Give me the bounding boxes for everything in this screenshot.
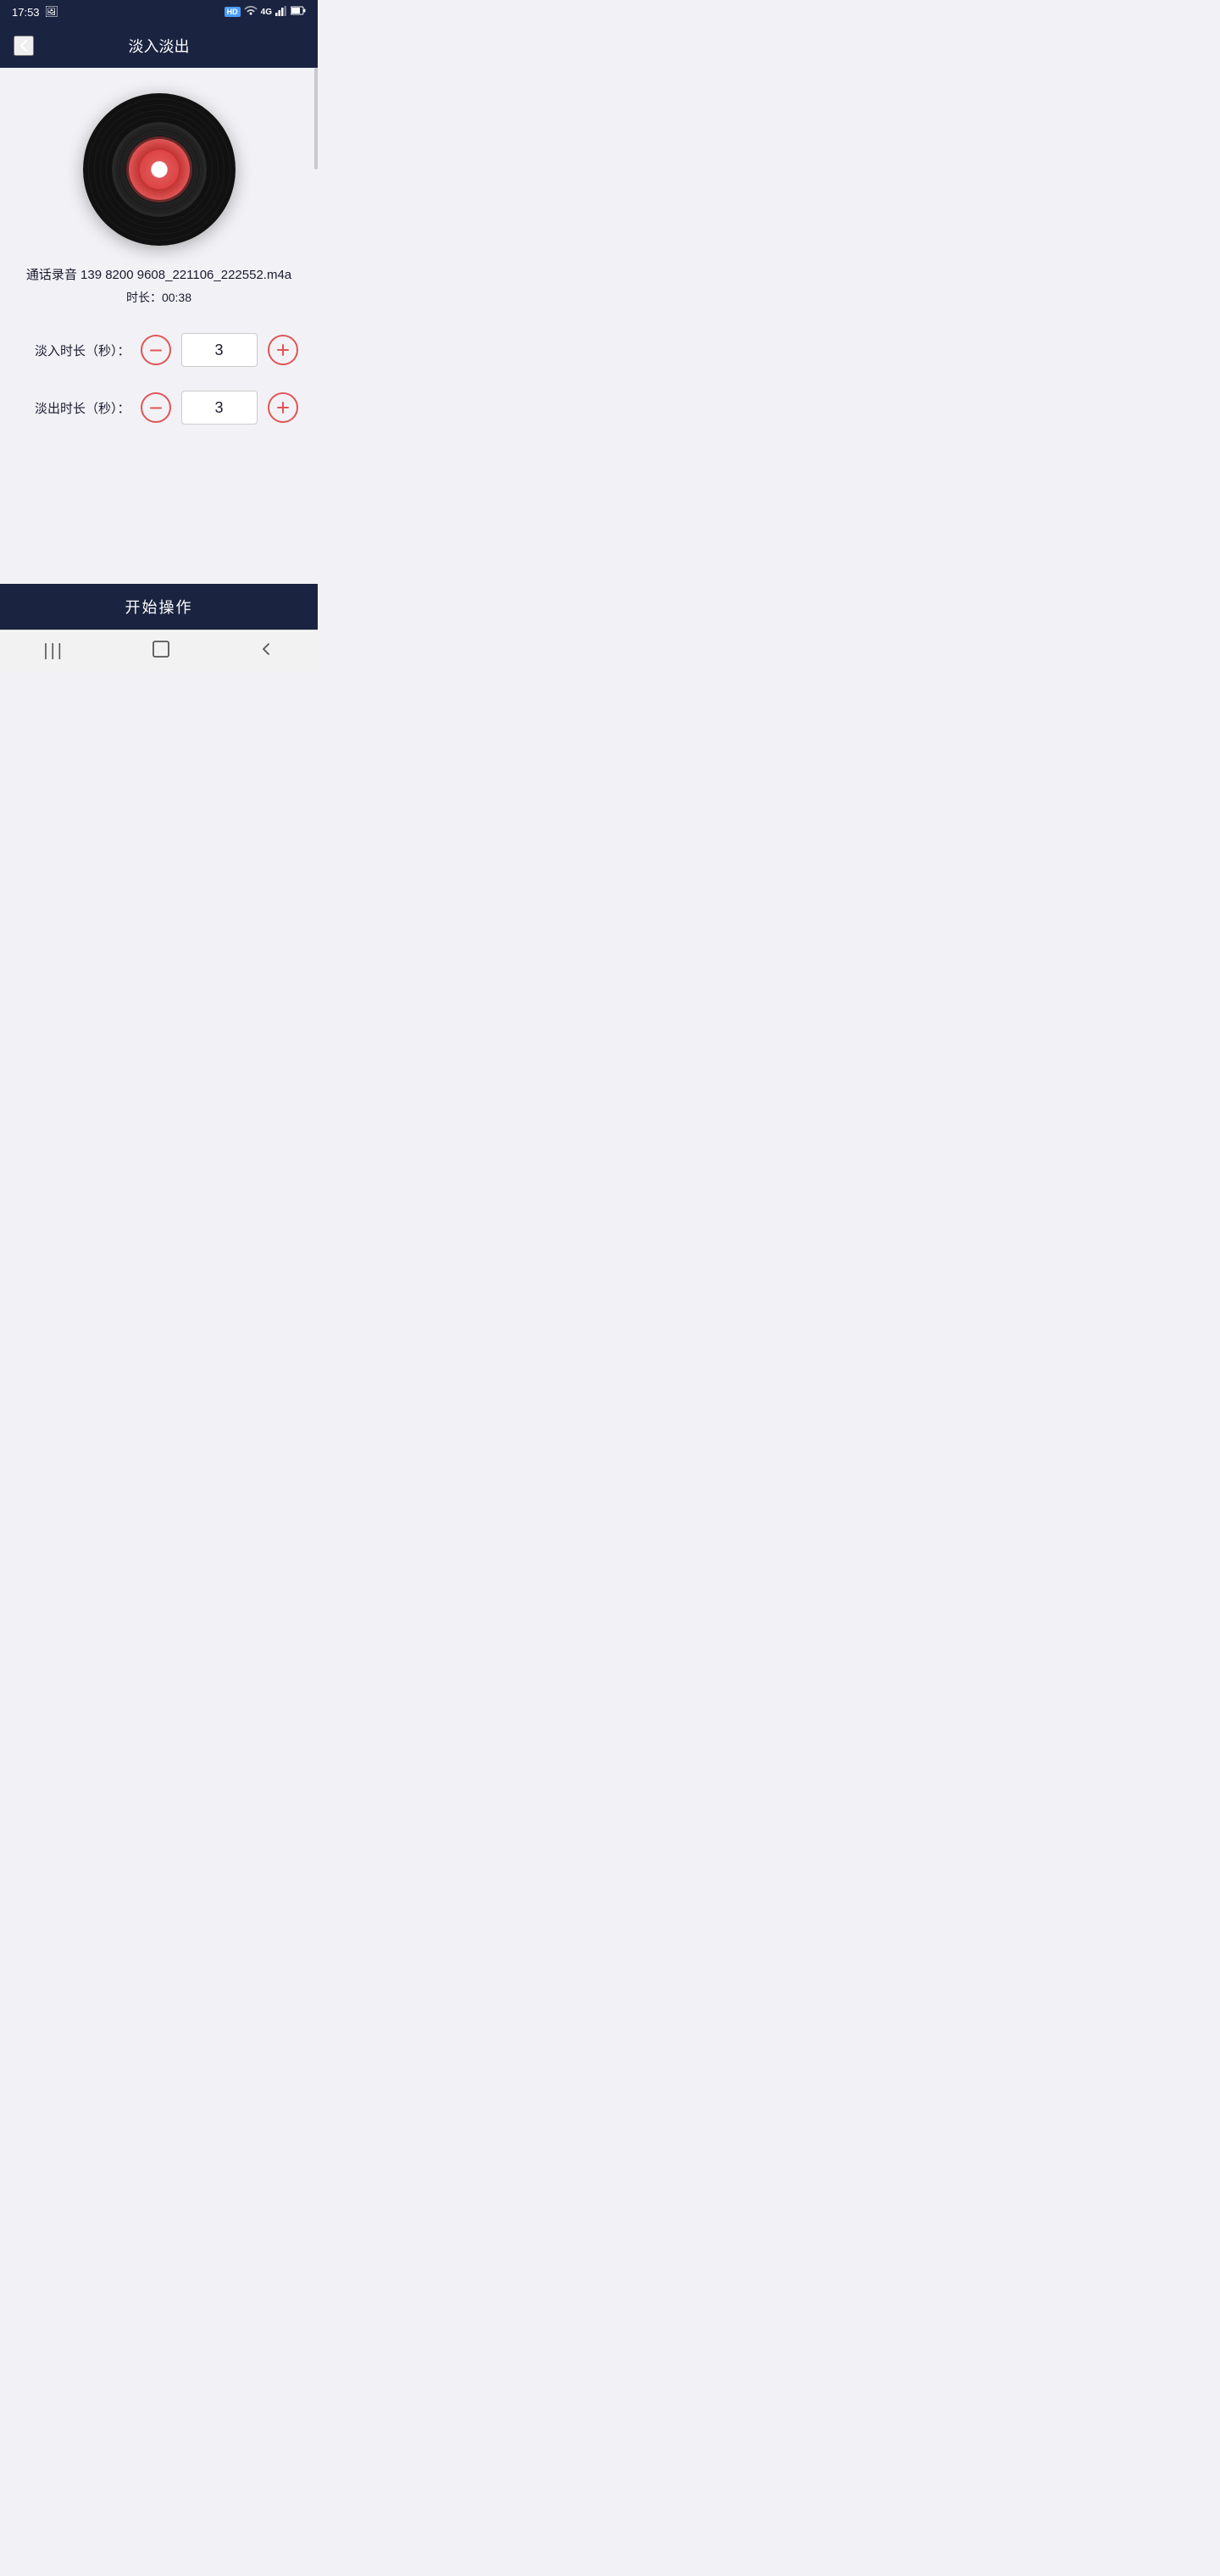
file-name: 通话录音 139 8200 9608_221106_222552.m4a bbox=[26, 266, 291, 284]
controls-section: 淡入时长（秒）： 淡出时长（秒）： bbox=[17, 333, 301, 448]
status-bar: 17:53 🖼 HD 4G bbox=[0, 0, 318, 24]
fade-out-row: 淡出时长（秒）： bbox=[17, 391, 301, 425]
vinyl-container bbox=[83, 93, 236, 246]
bottom-bar: 开始操作 bbox=[0, 584, 318, 630]
file-duration: 时长：00:38 bbox=[126, 289, 191, 306]
vinyl-hole bbox=[153, 164, 165, 175]
signal-bars-icon bbox=[275, 6, 287, 19]
fade-in-minus-button[interactable] bbox=[141, 335, 171, 365]
hd-badge: HD bbox=[225, 7, 241, 17]
network-4g-icon: 4G bbox=[261, 8, 272, 17]
main-content: 通话录音 139 8200 9608_221106_222552.m4a 时长：… bbox=[0, 68, 318, 584]
status-right: HD 4G bbox=[225, 6, 306, 19]
fade-out-input[interactable] bbox=[181, 391, 258, 425]
nav-bar: ||| bbox=[0, 630, 318, 672]
fade-in-label: 淡入时长（秒）： bbox=[20, 341, 130, 359]
home-nav-icon[interactable] bbox=[152, 640, 170, 663]
status-left: 17:53 🖼 bbox=[12, 5, 58, 19]
menu-nav-icon[interactable]: ||| bbox=[43, 641, 64, 661]
vinyl-label bbox=[129, 139, 190, 200]
fade-out-minus-button[interactable] bbox=[141, 392, 171, 423]
start-button[interactable]: 开始操作 bbox=[125, 596, 193, 618]
scroll-indicator bbox=[314, 68, 318, 169]
fade-in-plus-button[interactable] bbox=[268, 335, 298, 365]
battery-icon bbox=[291, 6, 306, 18]
gallery-icon: 🖼 bbox=[45, 5, 59, 19]
fade-out-label: 淡出时长（秒）： bbox=[20, 399, 130, 417]
fade-in-row: 淡入时长（秒）： bbox=[17, 333, 301, 367]
back-nav-icon[interactable] bbox=[258, 641, 274, 663]
back-button[interactable] bbox=[14, 36, 34, 56]
fade-out-plus-button[interactable] bbox=[268, 392, 298, 423]
fade-in-input[interactable] bbox=[181, 333, 258, 367]
header: 淡入淡出 bbox=[0, 24, 318, 68]
vinyl-record bbox=[83, 93, 236, 246]
header-title: 淡入淡出 bbox=[129, 35, 190, 57]
wifi-icon bbox=[244, 6, 258, 19]
time-display: 17:53 bbox=[12, 6, 40, 19]
